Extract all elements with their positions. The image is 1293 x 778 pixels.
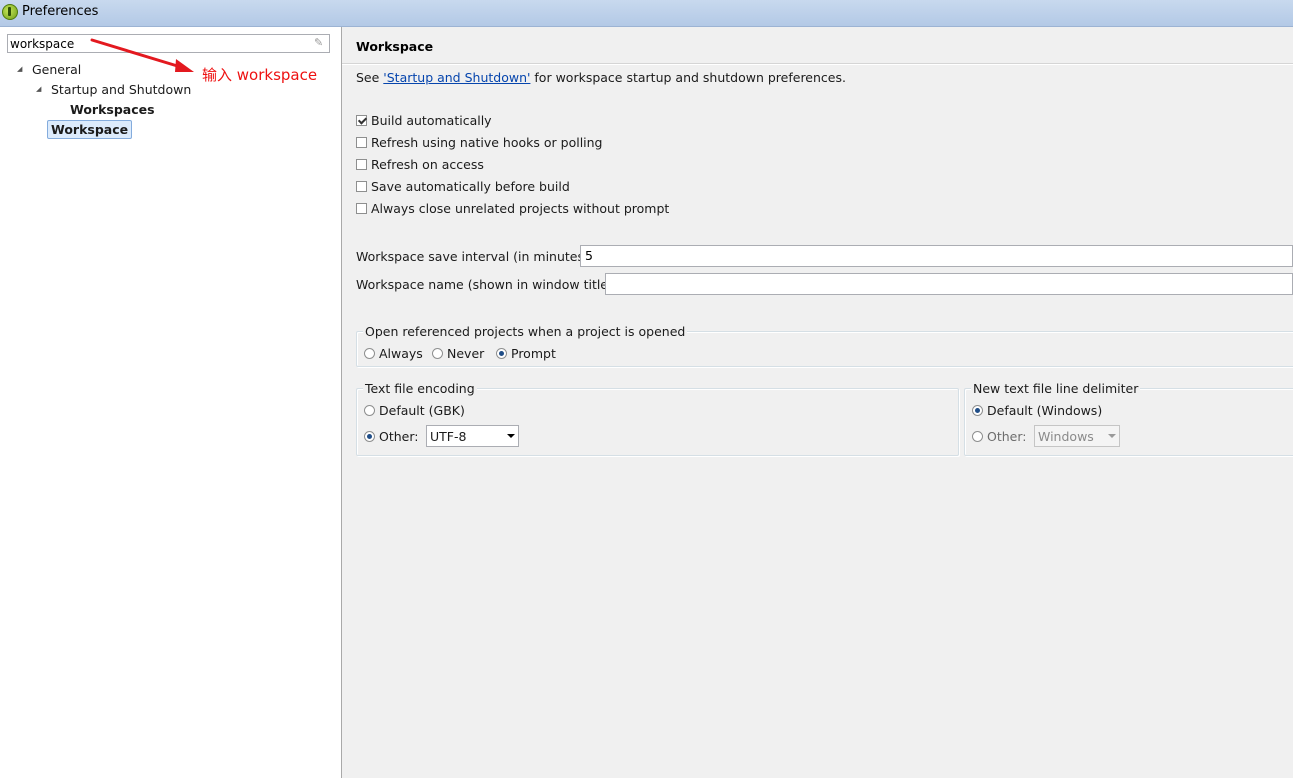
save-interval-input[interactable]: [581, 246, 1292, 264]
encoding-select[interactable]: UTF-8: [426, 425, 519, 447]
workspace-name-label: Workspace name (shown in window title):: [356, 277, 618, 292]
delimiter-other-radio[interactable]: Other:: [972, 429, 1026, 445]
checkbox-box[interactable]: [356, 181, 367, 192]
expanded-twisty-icon[interactable]: ◢: [36, 85, 41, 93]
radio-label: Other:: [379, 429, 419, 444]
radio-label: Never: [447, 346, 485, 361]
delimiter-select: Windows: [1034, 425, 1120, 447]
save-interval-field[interactable]: [580, 245, 1293, 267]
radio-circle[interactable]: [972, 405, 983, 416]
radio-label: Default (GBK): [379, 403, 465, 418]
open-referenced-projects-group: Open referenced projects when a project …: [356, 324, 1293, 367]
title-separator: [342, 63, 1293, 65]
encoding-other-radio[interactable]: Other:: [364, 429, 418, 445]
page-title: Workspace: [356, 39, 434, 54]
group-legend: Open referenced projects when a project …: [363, 324, 688, 339]
refresh-on-access-checkbox[interactable]: Refresh on access: [356, 157, 484, 173]
open-prompt-radio[interactable]: Prompt: [496, 346, 556, 362]
save-before-build-checkbox[interactable]: Save automatically before build: [356, 179, 570, 195]
checkbox-label: Build automatically: [371, 113, 492, 128]
line-delimiter-group: New text file line delimiter Default (Wi…: [964, 381, 1293, 456]
text-file-encoding-group: Text file encoding Default (GBK) Other: …: [356, 381, 959, 456]
workspace-name-input[interactable]: [606, 274, 1292, 292]
radio-label: Always: [379, 346, 423, 361]
startup-shutdown-link[interactable]: 'Startup and Shutdown': [383, 70, 530, 85]
clear-filter-icon[interactable]: ✎: [314, 37, 326, 49]
expanded-twisty-icon[interactable]: ◢: [17, 65, 22, 73]
annotation-arrow: [90, 38, 194, 72]
group-legend: Text file encoding: [363, 381, 477, 396]
checkbox-box[interactable]: [356, 137, 367, 148]
checkbox-box[interactable]: [356, 159, 367, 170]
radio-circle[interactable]: [364, 348, 375, 359]
see-prefix: See: [356, 70, 384, 85]
radio-label: Default (Windows): [987, 403, 1103, 418]
open-never-radio[interactable]: Never: [432, 346, 484, 362]
radio-circle[interactable]: [432, 348, 443, 359]
checkbox-label: Refresh on access: [371, 157, 484, 172]
radio-label: Prompt: [511, 346, 556, 361]
close-unrelated-projects-checkbox[interactable]: Always close unrelated projects without …: [356, 201, 669, 217]
encoding-select-value: UTF-8: [430, 429, 467, 444]
radio-label: Other:: [987, 429, 1027, 444]
refresh-native-hooks-checkbox[interactable]: Refresh using native hooks or polling: [356, 135, 603, 151]
checkbox-box[interactable]: [356, 203, 367, 214]
checkbox-label: Always close unrelated projects without …: [371, 201, 670, 216]
tree-item-label: General: [32, 62, 82, 77]
dropdown-arrow-icon: [1108, 434, 1116, 438]
window-title: Preferences: [22, 4, 99, 19]
dropdown-arrow-icon[interactable]: [507, 434, 515, 438]
radio-circle[interactable]: [364, 431, 375, 442]
tree-item-workspace[interactable]: Workspace: [47, 120, 133, 139]
checkbox-box[interactable]: [356, 115, 367, 126]
open-always-radio[interactable]: Always: [364, 346, 423, 362]
save-interval-label: Workspace save interval (in minutes):: [356, 249, 594, 264]
preferences-tree-pane: ✎ ◢ General ◢ Startup and Shutdown Works…: [0, 27, 342, 778]
radio-circle[interactable]: [496, 348, 507, 359]
tree-item-label: Startup and Shutdown: [51, 82, 192, 97]
group-legend: New text file line delimiter: [971, 381, 1141, 396]
window-titlebar: Preferences: [0, 0, 1293, 27]
encoding-default-radio[interactable]: Default (GBK): [364, 403, 465, 419]
build-automatically-checkbox[interactable]: Build automatically: [356, 113, 492, 129]
tree-item-workspaces[interactable]: Workspaces: [70, 102, 155, 117]
preference-page: Workspace See 'Startup and Shutdown' for…: [342, 27, 1293, 778]
checkbox-label: Save automatically before build: [371, 179, 570, 194]
checkbox-label: Refresh using native hooks or polling: [371, 135, 603, 150]
delimiter-select-value: Windows: [1038, 429, 1094, 444]
radio-circle[interactable]: [364, 405, 375, 416]
delimiter-default-radio[interactable]: Default (Windows): [972, 403, 1102, 419]
see-also-text: See 'Startup and Shutdown' for workspace…: [356, 70, 846, 85]
see-suffix: for workspace startup and shutdown prefe…: [530, 70, 846, 85]
annotation-text: 输入 workspace: [202, 66, 318, 84]
workspace-name-field[interactable]: [605, 273, 1293, 295]
eclipse-logo-icon: [2, 4, 18, 20]
radio-circle[interactable]: [972, 431, 983, 442]
